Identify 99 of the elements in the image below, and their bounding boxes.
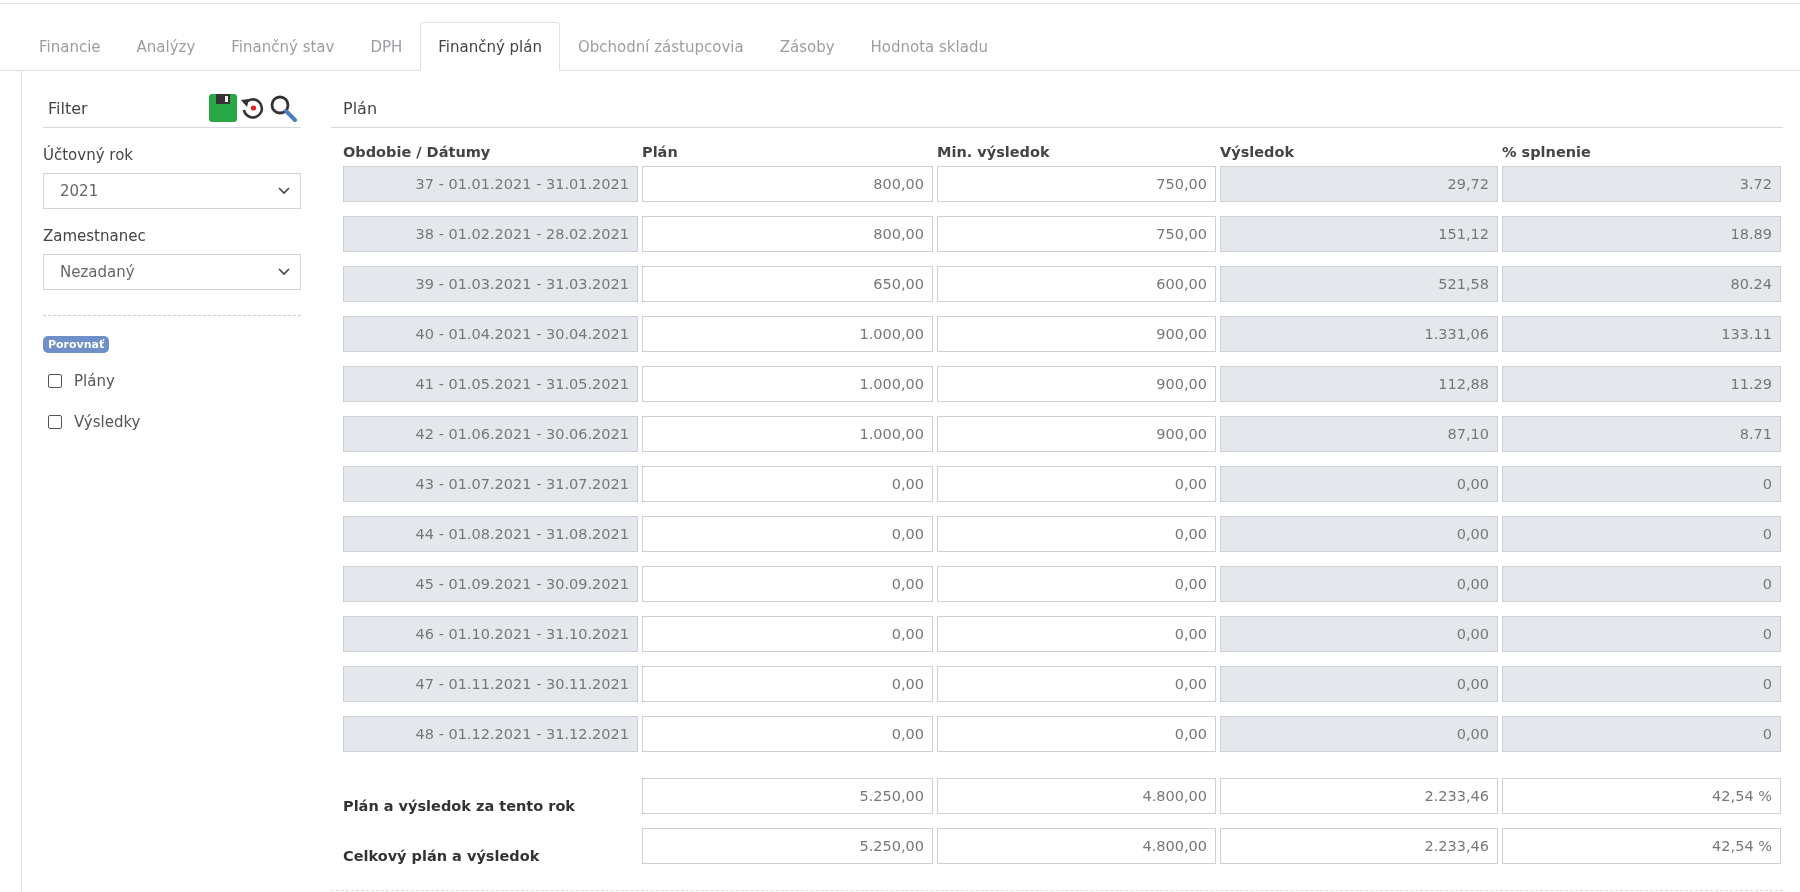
input-field[interactable]: 750,00: [937, 166, 1216, 202]
total-field: 5.250,00: [642, 828, 933, 864]
readonly-field: 37 - 01.01.2021 - 31.01.2021: [343, 166, 638, 202]
column-header: Výsledok: [1220, 144, 1296, 160]
input-field[interactable]: 0,00: [642, 666, 933, 702]
column-header: Obdobie / Dátumy: [343, 144, 492, 160]
tab[interactable]: Obchodní zástupcovia: [560, 22, 762, 71]
readonly-field: 112,88: [1220, 366, 1498, 402]
readonly-field: 0,00: [1220, 616, 1498, 652]
readonly-field: 11.29: [1502, 366, 1781, 402]
input-field[interactable]: 0,00: [642, 566, 933, 602]
checkbox[interactable]: [48, 374, 62, 388]
readonly-field: 80.24: [1502, 266, 1781, 302]
input-field[interactable]: 0,00: [642, 716, 933, 752]
column-header: Plán: [642, 144, 679, 160]
total-field: 5.250,00: [642, 778, 933, 814]
total-field: 4.800,00: [937, 828, 1216, 864]
readonly-field: 0,00: [1220, 516, 1498, 552]
section-title: Plán: [342, 98, 378, 118]
tab[interactable]: Zásoby: [761, 22, 853, 71]
input-field[interactable]: 0,00: [937, 616, 1216, 652]
readonly-field: 87,10: [1220, 416, 1498, 452]
readonly-field: 42 - 01.06.2021 - 30.06.2021: [343, 416, 638, 452]
tab[interactable]: Finančný plán: [420, 22, 560, 71]
readonly-field: 47 - 01.11.2021 - 30.11.2021: [343, 666, 638, 702]
readonly-field: 8.71: [1502, 416, 1781, 452]
readonly-field: 1.331,06: [1220, 316, 1498, 352]
summary-label: Celkový plán a výsledok: [343, 847, 541, 864]
column-header: Min. výsledok: [937, 144, 1051, 160]
input-field[interactable]: 800,00: [642, 166, 933, 202]
readonly-field: 43 - 01.07.2021 - 31.07.2021: [343, 466, 638, 502]
total-field: 2.233,46: [1220, 828, 1498, 864]
field-label: Zamestnanec: [43, 227, 147, 245]
readonly-field: 0,00: [1220, 716, 1498, 752]
input-field[interactable]: 900,00: [937, 416, 1216, 452]
input-field[interactable]: 900,00: [937, 316, 1216, 352]
select-field[interactable]: Nezadaný: [43, 254, 301, 290]
readonly-field: 0,00: [1220, 466, 1498, 502]
input-field[interactable]: 1.000,00: [642, 316, 933, 352]
tab[interactable]: DPH: [352, 22, 421, 71]
readonly-field: 0: [1502, 516, 1781, 552]
input-field[interactable]: 0,00: [937, 716, 1216, 752]
input-field[interactable]: 0,00: [937, 466, 1216, 502]
chevron-icon: [278, 268, 290, 276]
readonly-field: 18.89: [1502, 216, 1781, 252]
tab[interactable]: Analýzy: [118, 22, 214, 71]
input-field[interactable]: 600,00: [937, 266, 1216, 302]
readonly-field: 44 - 01.08.2021 - 31.08.2021: [343, 516, 638, 552]
input-field[interactable]: 0,00: [642, 616, 933, 652]
field-label: Účtovný rok: [43, 146, 134, 164]
readonly-field: 521,58: [1220, 266, 1498, 302]
readonly-field: 0: [1502, 716, 1781, 752]
total-field: 42,54 %: [1502, 778, 1781, 814]
readonly-field: 48 - 01.12.2021 - 31.12.2021: [343, 716, 638, 752]
readonly-field: 151,12: [1220, 216, 1498, 252]
input-field[interactable]: 1.000,00: [642, 416, 933, 452]
input-field[interactable]: 0,00: [642, 466, 933, 502]
input-field[interactable]: 750,00: [937, 216, 1216, 252]
readonly-field: 46 - 01.10.2021 - 31.10.2021: [343, 616, 638, 652]
checkbox-label: Výsledky: [74, 413, 141, 431]
input-field[interactable]: 900,00: [937, 366, 1216, 402]
readonly-field: 29,72: [1220, 166, 1498, 202]
total-field: 2.233,46: [1220, 778, 1498, 814]
chevron-icon: [278, 187, 290, 195]
input-field[interactable]: 0,00: [937, 516, 1216, 552]
readonly-field: 3.72: [1502, 166, 1781, 202]
readonly-field: 39 - 01.03.2021 - 31.03.2021: [343, 266, 638, 302]
readonly-field: 45 - 01.09.2021 - 30.09.2021: [343, 566, 638, 602]
input-field[interactable]: 1.000,00: [642, 366, 933, 402]
checkbox[interactable]: [48, 415, 62, 429]
input-field[interactable]: 0,00: [937, 666, 1216, 702]
filter-title: Filter: [48, 98, 88, 118]
readonly-field: 0: [1502, 566, 1781, 602]
readonly-field: 41 - 01.05.2021 - 31.05.2021: [343, 366, 638, 402]
tab[interactable]: Hodnota skladu: [852, 22, 1006, 71]
input-field[interactable]: 800,00: [642, 216, 933, 252]
column-header: % splnenie: [1502, 144, 1592, 160]
input-field[interactable]: 0,00: [642, 516, 933, 552]
readonly-field: 0,00: [1220, 566, 1498, 602]
tab[interactable]: Finančný stav: [213, 22, 353, 71]
readonly-field: 133.11: [1502, 316, 1781, 352]
input-field[interactable]: 650,00: [642, 266, 933, 302]
readonly-field: 40 - 01.04.2021 - 30.04.2021: [343, 316, 638, 352]
reset-icon[interactable]: [240, 95, 266, 121]
total-field: 4.800,00: [937, 778, 1216, 814]
tab[interactable]: Financie: [21, 22, 119, 71]
save-icon[interactable]: [209, 94, 237, 122]
readonly-field: 0: [1502, 466, 1781, 502]
total-field: 42,54 %: [1502, 828, 1781, 864]
readonly-field: 0,00: [1220, 666, 1498, 702]
checkbox-label: Plány: [74, 372, 115, 390]
summary-label: Plán a výsledok za tento rok: [343, 797, 576, 814]
search-icon[interactable]: [269, 94, 297, 122]
readonly-field: 0: [1502, 666, 1781, 702]
select-field[interactable]: 2021: [43, 173, 301, 209]
input-field[interactable]: 0,00: [937, 566, 1216, 602]
readonly-field: 38 - 01.02.2021 - 28.02.2021: [343, 216, 638, 252]
readonly-field: 0: [1502, 616, 1781, 652]
compare-badge[interactable]: Porovnať: [43, 336, 110, 353]
